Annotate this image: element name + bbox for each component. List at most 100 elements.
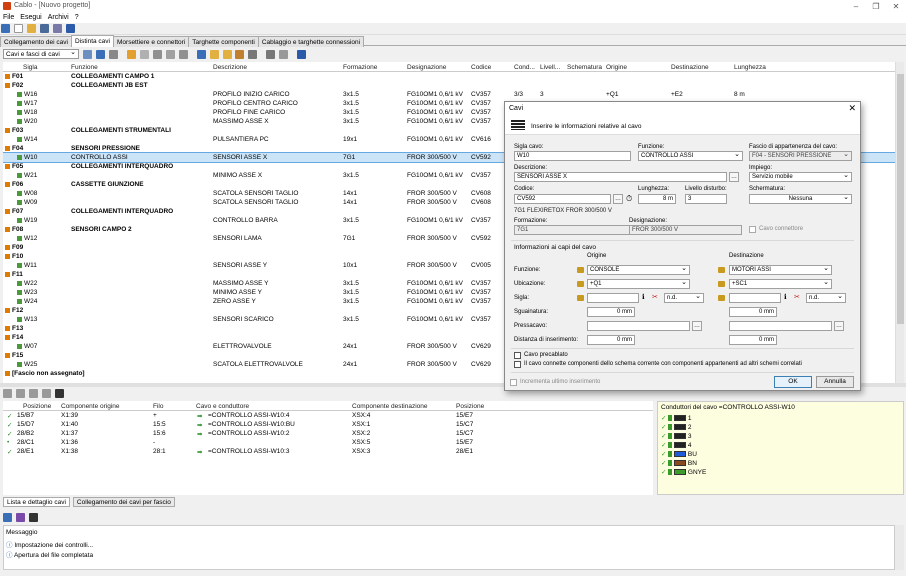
codice-browse-button[interactable]: … xyxy=(613,194,623,204)
folder-move-icon[interactable] xyxy=(235,50,245,59)
col-codice[interactable]: Codice xyxy=(471,64,491,71)
schermatura-dropdown[interactable]: Nessuna xyxy=(749,194,852,204)
cable-row[interactable]: W16 PROFILO INIZIO CARICO 3x1.5 FG10OM1 0,6… xyxy=(3,90,895,99)
col-formazione[interactable]: Formazione xyxy=(343,64,377,71)
cavo-connettore-checkbox[interactable] xyxy=(749,226,756,233)
bundle-icon[interactable] xyxy=(196,50,206,59)
tab-morsettiere[interactable]: Morsettiere e connettori xyxy=(113,36,190,47)
lock-icon[interactable] xyxy=(577,281,584,287)
dialog-close-icon[interactable]: ✕ xyxy=(848,103,856,114)
col-lunghezza[interactable]: Lunghezza xyxy=(734,64,766,71)
paste-icon[interactable] xyxy=(178,50,188,59)
table-scrollbar[interactable] xyxy=(895,62,904,383)
conn-col-cavo[interactable]: Cavo e conduttore xyxy=(196,403,249,410)
col-origine[interactable]: Origine xyxy=(606,64,627,71)
funzione-dropdown[interactable]: CONTROLLO ASSI xyxy=(638,151,743,161)
incrementa-checkbox[interactable] xyxy=(510,379,517,386)
conn-col-posizione2[interactable]: Posizione xyxy=(456,403,484,410)
tab-distinta[interactable]: Distinta cavi xyxy=(70,35,114,47)
origine-pressacavo-browse[interactable]: … xyxy=(692,321,702,331)
pin-icon[interactable]: ✂ xyxy=(794,293,800,301)
lock-icon[interactable] xyxy=(718,267,725,273)
wire-item[interactable]: ✓ GNYE xyxy=(661,468,781,476)
folder-icon[interactable] xyxy=(126,50,136,59)
info-icon[interactable]: ℹ xyxy=(642,293,645,301)
bundle-row[interactable]: F02 COLLEGAMENTI JB EST xyxy=(3,81,895,90)
menu-file[interactable]: File xyxy=(0,13,17,22)
menu-esegui[interactable]: Esegui xyxy=(17,13,44,22)
tab-targhette[interactable]: Targhette componenti xyxy=(188,36,259,47)
livello-input[interactable]: 3 xyxy=(685,194,727,204)
col-livello[interactable]: Livell... xyxy=(540,64,560,71)
cut-icon[interactable] xyxy=(152,50,162,59)
wire-item[interactable]: ✓ 2 xyxy=(661,423,781,431)
minimize-button[interactable]: – xyxy=(846,0,866,13)
help-icon[interactable] xyxy=(65,24,75,33)
folder-add-icon[interactable] xyxy=(222,50,232,59)
conn-col-filo[interactable]: Filo xyxy=(153,403,163,410)
tab-cablaggio[interactable]: Cablaggio e targhette connessioni xyxy=(257,36,365,47)
lock-icon[interactable] xyxy=(718,295,725,301)
info-icon[interactable]: ℹ xyxy=(784,293,787,301)
connection-row[interactable]: ✓ 15/B7 X1:39 + =CONTROLLO ASSI-W10:4 XSX:4 15… xyxy=(3,411,653,420)
impiego-dropdown[interactable]: Servizio mobile xyxy=(749,172,852,182)
destinazione-funzione-dropdown[interactable]: MOTORI ASSI xyxy=(729,265,832,275)
export-icon[interactable] xyxy=(41,389,51,398)
wire-item[interactable]: ✓ BU xyxy=(661,450,781,458)
wire-item[interactable]: ✓ 3 xyxy=(661,432,781,440)
copy-icon[interactable] xyxy=(165,50,175,59)
tab-collegamento-fascio[interactable]: Collegamento dei cavi per fascio xyxy=(72,497,175,507)
lock-icon[interactable] xyxy=(718,281,725,287)
col-conduttori[interactable]: Cond... xyxy=(514,64,535,71)
message-scrollbar[interactable] xyxy=(895,525,904,570)
col-designazione[interactable]: Designazione xyxy=(407,64,446,71)
filter-icon[interactable] xyxy=(95,50,105,59)
pin-icon[interactable]: ✂ xyxy=(652,293,658,301)
col-descrizione[interactable]: Descrizione xyxy=(213,64,247,71)
grid-icon[interactable] xyxy=(279,50,289,59)
destinazione-sguainatura-input[interactable]: 0 mm xyxy=(729,307,777,317)
origine-nd-dropdown[interactable]: n.d. xyxy=(664,293,704,303)
codice-input[interactable]: CV592 xyxy=(514,194,611,204)
origine-sigla-input[interactable] xyxy=(587,293,639,303)
descrizione-browse-button[interactable]: … xyxy=(729,172,739,182)
filter-log-icon[interactable] xyxy=(15,513,25,522)
check-icon[interactable] xyxy=(3,389,12,398)
bundle-row[interactable]: F01 COLLEGAMENTI CAMPO 1 xyxy=(3,72,895,81)
descrizione-input[interactable]: SENSORI ASSE X xyxy=(514,172,727,182)
list-icon[interactable] xyxy=(1,24,10,33)
save-log-icon[interactable] xyxy=(3,513,12,522)
tab-lista-dettaglio[interactable]: Lista e dettaglio cavi xyxy=(3,497,70,507)
new-file-icon[interactable] xyxy=(13,24,23,33)
timer-icon[interactable]: ⏱ xyxy=(626,194,632,204)
wire-item[interactable]: ✓ BN xyxy=(661,459,781,467)
close-button[interactable]: ✕ xyxy=(886,0,906,13)
wire-item[interactable]: ✓ 4 xyxy=(661,441,781,449)
fascio-dropdown[interactable]: F04 - SENSORI PRESSIONE xyxy=(749,151,852,161)
connection-row[interactable]: ✓ 28/B2 X1:37 15:6 =CONTROLLO ASSI-W10:2 XSX:… xyxy=(3,429,653,438)
col-destinazione[interactable]: Destinazione xyxy=(671,64,709,71)
destinazione-pressacavo-input[interactable] xyxy=(729,321,832,331)
destinazione-distanza-input[interactable]: 0 mm xyxy=(729,335,777,345)
lock-icon[interactable] xyxy=(577,295,584,301)
close-icon[interactable] xyxy=(54,389,64,398)
sigla-input[interactable]: W10 xyxy=(514,151,631,161)
origine-pressacavo-input[interactable] xyxy=(587,321,690,331)
tools-icon[interactable] xyxy=(108,50,118,59)
wire-item[interactable]: ✓ 1 xyxy=(661,414,781,422)
maximize-button[interactable]: ❐ xyxy=(866,0,886,13)
close-log-icon[interactable] xyxy=(28,513,38,522)
annulla-button[interactable]: Annulla xyxy=(816,376,854,388)
connection-row[interactable]: ✓ 15/D7 X1:40 15:5 =CONTROLLO ASSI-W10:BU XSX… xyxy=(3,420,653,429)
open-folder-icon[interactable] xyxy=(26,24,36,33)
col-sigla[interactable]: Sigla xyxy=(23,64,37,71)
conn-col-origine[interactable]: Componente origine xyxy=(61,403,120,410)
origine-sguainatura-input[interactable]: 0 mm xyxy=(587,307,635,317)
destinazione-sigla-input[interactable] xyxy=(729,293,781,303)
scroll-thumb[interactable] xyxy=(897,74,904,324)
connette-checkbox[interactable] xyxy=(514,361,521,368)
conn-col-destinazione[interactable]: Componente destinazione xyxy=(352,403,428,410)
ok-button[interactable]: OK xyxy=(774,376,812,388)
help-icon[interactable] xyxy=(297,50,307,59)
lock-icon[interactable] xyxy=(577,267,584,273)
